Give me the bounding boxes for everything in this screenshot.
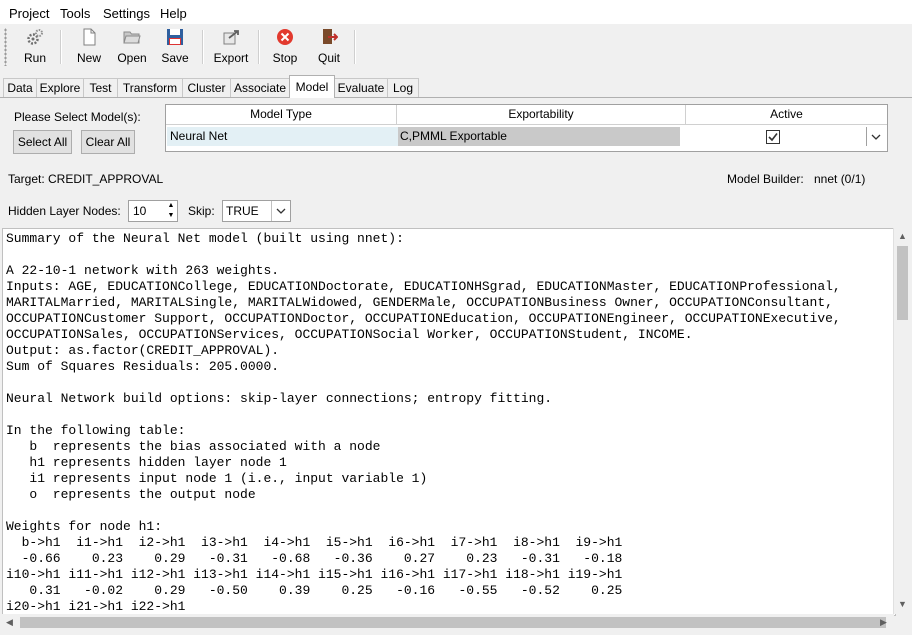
- tab-explore[interactable]: Explore: [36, 78, 84, 97]
- select-all-button[interactable]: Select All: [13, 130, 72, 154]
- skip-value: TRUE: [226, 204, 259, 218]
- dropdown-button[interactable]: [866, 127, 885, 146]
- tab-model[interactable]: Model: [289, 75, 335, 98]
- tab-test[interactable]: Test: [83, 78, 118, 97]
- tab-associate[interactable]: Associate: [230, 78, 290, 97]
- tab-log[interactable]: Log: [387, 78, 419, 97]
- tab-data[interactable]: Data: [3, 78, 37, 97]
- tab-evaluate[interactable]: Evaluate: [334, 78, 388, 97]
- exit-door-icon: [323, 29, 338, 44]
- hidden-layer-spinner[interactable]: 10 ▲ ▼: [128, 200, 178, 222]
- menu-settings[interactable]: Settings: [103, 6, 150, 21]
- toolbar: Run New Open Save Export Stop Quit: [0, 24, 912, 72]
- export-icon: [223, 30, 239, 45]
- export-label: Export: [213, 51, 249, 65]
- menu-tools[interactable]: Tools: [60, 6, 90, 21]
- skip-label: Skip:: [188, 204, 215, 218]
- spin-up-icon[interactable]: ▲: [166, 201, 176, 211]
- model-table: Model Type Exportability Active Neural N…: [165, 104, 888, 152]
- toolbar-separator: [354, 30, 356, 64]
- tab-cluster[interactable]: Cluster: [182, 78, 231, 97]
- tab-transform[interactable]: Transform: [117, 78, 183, 97]
- toolbar-grip[interactable]: [4, 28, 7, 66]
- chevron-down-icon: [871, 134, 881, 140]
- run-label: Run: [23, 51, 46, 65]
- scroll-left-icon[interactable]: ◀: [6, 617, 13, 628]
- model-type-cell[interactable]: Neural Net: [167, 127, 398, 146]
- new-file-icon: [83, 28, 96, 46]
- open-label: Open: [117, 51, 147, 65]
- model-builder-label: Model Builder:: [727, 172, 804, 186]
- active-cell[interactable]: [680, 127, 866, 146]
- scroll-up-icon[interactable]: ▲: [898, 231, 907, 241]
- chevron-down-icon: [276, 208, 286, 214]
- menu-help[interactable]: Help: [160, 6, 187, 21]
- model-select-prompt: Please Select Model(s):: [14, 110, 141, 124]
- save-button[interactable]: Save: [160, 26, 190, 70]
- column-header-active[interactable]: Active: [686, 105, 887, 125]
- new-button[interactable]: New: [74, 26, 104, 70]
- skip-dropdown-arrow[interactable]: [271, 201, 290, 221]
- skip-select[interactable]: TRUE: [222, 200, 291, 222]
- floppy-disk-icon: [167, 29, 183, 45]
- tab-bar: Data Explore Test Transform Cluster Asso…: [0, 74, 912, 98]
- exportability-cell: C,PMML Exportable: [398, 127, 680, 146]
- toolbar-separator: [60, 30, 62, 64]
- stop-button[interactable]: Stop: [270, 26, 300, 70]
- clear-all-button[interactable]: Clear All: [81, 130, 135, 154]
- spin-down-icon[interactable]: ▼: [166, 211, 176, 221]
- target-label: Target: CREDIT_APPROVAL: [8, 172, 164, 186]
- run-button[interactable]: Run: [18, 26, 52, 70]
- toolbar-separator: [258, 30, 260, 64]
- horizontal-scroll-thumb[interactable]: [20, 617, 886, 628]
- horizontal-scrollbar[interactable]: ◀ ▶: [2, 614, 894, 631]
- quit-button[interactable]: Quit: [314, 26, 344, 70]
- scroll-down-icon[interactable]: ▼: [898, 599, 907, 609]
- new-label: New: [76, 51, 101, 65]
- stop-icon: [277, 29, 293, 45]
- vertical-scrollbar[interactable]: ▲ ▼: [893, 228, 911, 614]
- column-header-model-type[interactable]: Model Type: [166, 105, 397, 125]
- quit-label: Quit: [317, 51, 340, 65]
- active-checkbox[interactable]: [766, 129, 780, 144]
- stop-label: Stop: [272, 51, 298, 65]
- hidden-layer-label: Hidden Layer Nodes:: [8, 204, 121, 218]
- hidden-layer-value[interactable]: 10: [133, 204, 146, 218]
- folder-icon: [123, 31, 141, 44]
- model-builder-value: nnet (0/1): [814, 172, 866, 186]
- menu-bar: Project Tools Settings Help: [0, 0, 912, 24]
- menu-project[interactable]: Project: [9, 6, 49, 21]
- model-output-textview[interactable]: Summary of the Neural Net model (built u…: [2, 228, 896, 616]
- scroll-right-icon[interactable]: ▶: [880, 617, 887, 628]
- export-button[interactable]: Export: [212, 26, 250, 70]
- save-label: Save: [161, 51, 189, 65]
- model-output-text: Summary of the Neural Net model (built u…: [6, 231, 841, 614]
- open-button[interactable]: Open: [116, 26, 148, 70]
- vertical-scroll-thumb[interactable]: [897, 246, 908, 320]
- column-header-exportability[interactable]: Exportability: [397, 105, 686, 125]
- gears-icon: [27, 29, 43, 45]
- toolbar-separator: [202, 30, 204, 64]
